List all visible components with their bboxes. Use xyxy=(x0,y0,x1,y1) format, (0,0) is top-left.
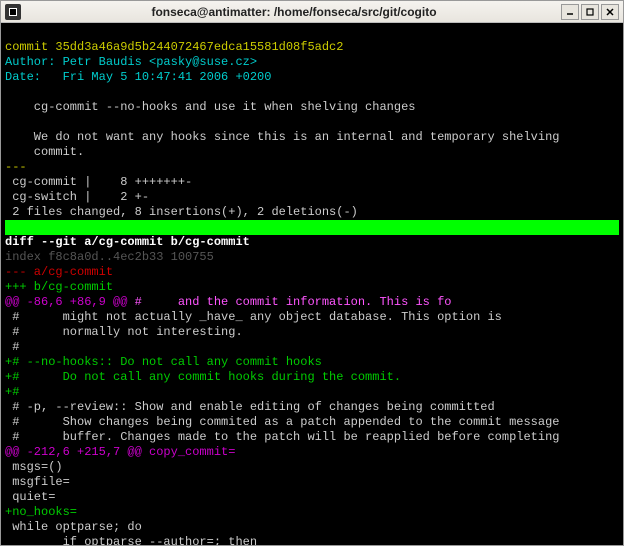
diff-context: quiet= xyxy=(5,490,55,504)
diff-hunk: @@ -212,6 +215,7 @@ copy_commit= xyxy=(5,445,235,459)
cursor-bar xyxy=(5,220,619,235)
diff-context: if optparse --author=; then xyxy=(5,535,257,545)
diff-index: index f8c8a0d..4ec2b33 100755 xyxy=(5,250,214,264)
commit-sep: --- xyxy=(5,160,27,174)
diffstat-line: cg-commit | 8 +++++++- xyxy=(5,175,192,189)
diff-hunk-context: # and the commit information. This is fo xyxy=(127,295,451,309)
commit-hash: commit 35dd3a46a9d5b244072467edca15581d0… xyxy=(5,40,343,54)
diffstat-summary: 2 files changed, 8 insertions(+), 2 dele… xyxy=(5,205,358,219)
diff-context: msgs=() xyxy=(5,460,63,474)
window-title: fonseca@antimatter: /home/fonseca/src/gi… xyxy=(27,5,561,19)
diff-addition: +# xyxy=(5,385,19,399)
diff-context: # might not actually _have_ any object d… xyxy=(5,310,502,324)
diff-context: # buffer. Changes made to the patch will… xyxy=(5,430,560,444)
diff-addition: +# --no-hooks:: Do not call any commit h… xyxy=(5,355,322,369)
diff-newfile: +++ b/cg-commit xyxy=(5,280,113,294)
close-button[interactable] xyxy=(601,4,619,20)
diff-addition: +no_hooks= xyxy=(5,505,77,519)
terminal-viewport[interactable]: commit 35dd3a46a9d5b244072467edca15581d0… xyxy=(1,23,623,545)
diff-context: # xyxy=(5,340,19,354)
diff-context: # -p, --review:: Show and enable editing… xyxy=(5,400,495,414)
window-controls xyxy=(561,4,619,20)
terminal-window: fonseca@antimatter: /home/fonseca/src/gi… xyxy=(0,0,624,546)
diff-context: # normally not interesting. xyxy=(5,325,243,339)
diff-oldfile: --- a/cg-commit xyxy=(5,265,113,279)
diff-hunk: @@ -86,6 +86,9 @@ xyxy=(5,295,127,309)
diff-context: while optparse; do xyxy=(5,520,142,534)
titlebar[interactable]: fonseca@antimatter: /home/fonseca/src/gi… xyxy=(1,1,623,23)
commit-msg-line: We do not want any hooks since this is a… xyxy=(5,130,560,144)
app-icon xyxy=(5,4,21,20)
commit-msg-line: commit. xyxy=(5,145,84,159)
commit-author: Author: Petr Baudis <pasky@suse.cz> xyxy=(5,55,257,69)
diffstat-line: cg-switch | 2 +- xyxy=(5,190,149,204)
diff-context: msgfile= xyxy=(5,475,70,489)
diff-addition: +# Do not call any commit hooks during t… xyxy=(5,370,401,384)
commit-msg-line: cg-commit --no-hooks and use it when she… xyxy=(5,100,415,114)
minimize-button[interactable] xyxy=(561,4,579,20)
diff-context: # Show changes being commited as a patch… xyxy=(5,415,560,429)
diff-header: diff --git a/cg-commit b/cg-commit xyxy=(5,235,250,249)
commit-date: Date: Fri May 5 10:47:41 2006 +0200 xyxy=(5,70,271,84)
maximize-button[interactable] xyxy=(581,4,599,20)
